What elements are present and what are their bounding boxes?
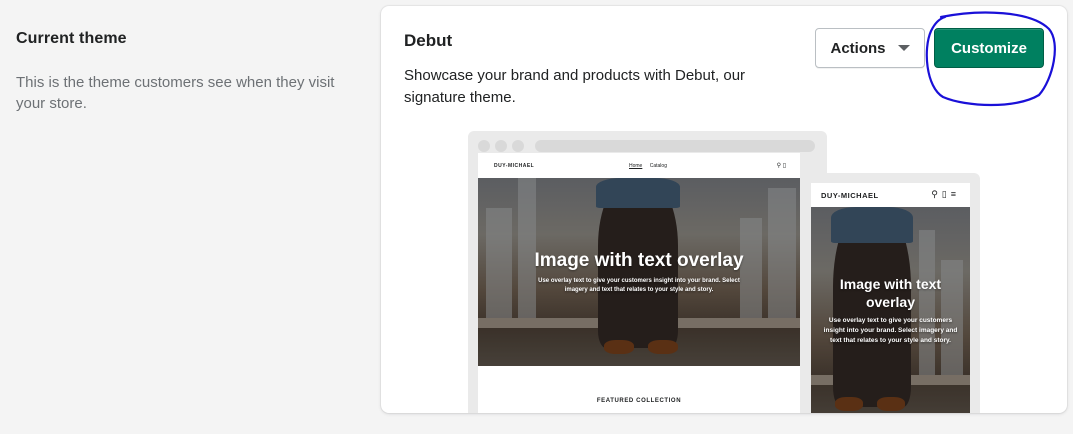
store-logo: DUY-MICHAEL — [821, 191, 879, 200]
url-bar — [535, 140, 815, 152]
search-icon: ⚲ — [931, 189, 942, 199]
featured-collection-heading: FEATURED COLLECTION — [596, 398, 682, 404]
desktop-nav-icons: ⚲ ▯ — [777, 162, 786, 169]
section-description: This is the theme customers see when the… — [16, 74, 335, 112]
mobile-preview: DUY-MICHAEL ⚲▯≡ Image with text overlay … — [801, 173, 980, 413]
desktop-nav: DUY-MICHAEL Home Catalog ⚲ ▯ — [478, 153, 800, 178]
desktop-hero-image: Image with text overlay Use overlay text… — [478, 178, 800, 366]
cart-icon: ▯ — [782, 163, 786, 169]
mobile-nav: DUY-MICHAEL ⚲▯≡ — [811, 183, 970, 207]
desktop-page: DUY-MICHAEL Home Catalog ⚲ ▯ Image with … — [478, 153, 800, 413]
window-dot — [512, 140, 524, 152]
customize-button[interactable]: Customize — [934, 28, 1044, 68]
section-annotation: Current theme This is the theme customer… — [16, 30, 346, 114]
desktop-nav-links: Home Catalog — [629, 163, 673, 169]
hero-title: Image with text overlay — [534, 250, 744, 271]
section-title: Current theme — [16, 30, 127, 47]
hero-title: Image with text overlay — [839, 276, 942, 310]
desktop-preview: DUY-MICHAEL Home Catalog ⚲ ▯ Image with … — [468, 131, 827, 413]
search-icon: ⚲ — [776, 163, 782, 169]
cart-icon: ▯ — [941, 189, 951, 199]
menu-icon: ≡ — [950, 189, 960, 199]
mobile-page: DUY-MICHAEL ⚲▯≡ Image with text overlay … — [811, 183, 970, 413]
store-logo: DUY-MICHAEL — [494, 162, 535, 169]
chevron-down-icon — [897, 45, 910, 51]
theme-description: Showcase your brand and products with De… — [404, 67, 746, 106]
nav-link: Catalog — [649, 162, 667, 169]
current-theme-card: Debut Showcase your brand and products w… — [381, 6, 1067, 413]
theme-name: Debut — [404, 31, 453, 50]
mobile-hero-image: Image with text overlay Use overlay text… — [811, 207, 970, 413]
customize-button-label: Customize — [951, 39, 1027, 57]
actions-button-label: Actions — [830, 39, 886, 57]
actions-button[interactable]: Actions — [815, 28, 925, 68]
hero-subtitle: Use overlay text to give your customers … — [538, 278, 740, 293]
hero-subtitle: Use overlay text to give your customers … — [823, 317, 958, 344]
window-dot — [478, 140, 490, 152]
mobile-nav-icons: ⚲▯≡ — [931, 189, 960, 200]
nav-link: Home — [629, 162, 643, 169]
window-dot — [495, 140, 507, 152]
